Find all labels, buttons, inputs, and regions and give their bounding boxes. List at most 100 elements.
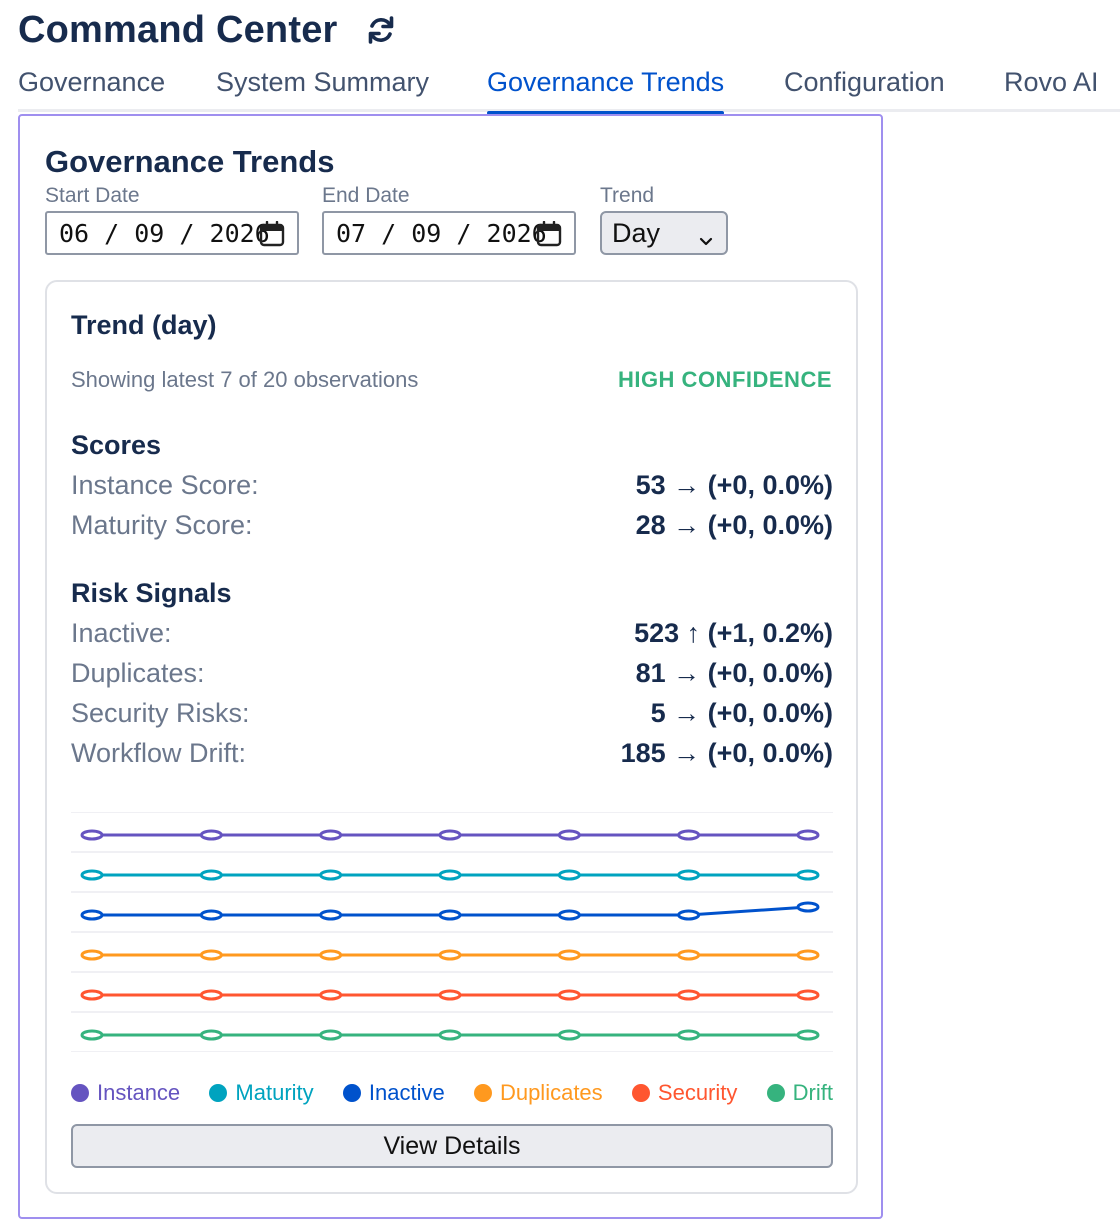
legend-item-instance: Instance xyxy=(71,1080,180,1106)
legend-label: Instance xyxy=(97,1080,181,1105)
metric-label: Security Risks: xyxy=(71,698,250,728)
data-point-security xyxy=(199,989,223,1001)
data-point-duplicates xyxy=(80,949,104,961)
tab-governance[interactable]: Governance xyxy=(18,62,165,112)
legend-dot-icon xyxy=(209,1084,228,1102)
chevron-down-icon xyxy=(698,225,714,256)
data-point-duplicates xyxy=(438,949,462,961)
legend-dot-icon xyxy=(473,1084,492,1102)
data-point-duplicates xyxy=(557,949,581,961)
card-title: Trend (day) xyxy=(71,310,217,340)
risk-row-security: Security Risks: 5 → (+0, 0.0%) xyxy=(71,698,833,734)
end-date-label: End Date xyxy=(322,184,410,207)
governance-trends-panel: Governance Trends Start Date 06 / 09 / 2… xyxy=(18,114,883,1219)
data-point-instance xyxy=(199,829,223,841)
score-row-instance: Instance Score: 53 → (+0, 0.0%) xyxy=(71,470,833,506)
observations-text: Showing latest 7 of 20 observations xyxy=(71,367,419,392)
metric-label: Instance Score: xyxy=(71,470,259,500)
risk-row-workflow-drift: Workflow Drift: 185 → (+0, 0.0%) xyxy=(71,738,833,774)
tab-governance-trends[interactable]: Governance Trends xyxy=(487,62,725,115)
data-point-maturity xyxy=(438,869,462,881)
data-point-duplicates xyxy=(199,949,223,961)
data-point-instance xyxy=(80,829,104,841)
trend-label: Trend xyxy=(600,184,655,207)
legend-dot-icon xyxy=(342,1084,361,1102)
legend-item-security: Security xyxy=(631,1080,737,1106)
data-point-instance xyxy=(677,829,701,841)
refresh-icon[interactable] xyxy=(364,13,398,47)
end-date-input[interactable]: 07 / 09 / 2026 xyxy=(322,211,576,255)
legend-item-drift: Drift xyxy=(766,1080,833,1106)
data-point-drift xyxy=(557,1029,581,1041)
trend-sparkline-chart xyxy=(71,812,833,1052)
trend-select-value: Day xyxy=(612,217,661,248)
metric-label: Maturity Score: xyxy=(71,510,253,540)
metric-value: 81 → (+0, 0.0%) xyxy=(635,658,833,688)
data-point-maturity xyxy=(796,869,820,881)
data-point-duplicates xyxy=(796,949,820,961)
metric-value: 185 → (+0, 0.0%) xyxy=(620,738,833,768)
data-point-security xyxy=(319,989,343,1001)
data-point-inactive xyxy=(80,909,104,921)
risk-row-duplicates: Duplicates: 81 → (+0, 0.0%) xyxy=(71,658,833,694)
data-point-duplicates xyxy=(677,949,701,961)
data-point-inactive xyxy=(796,901,820,913)
data-point-duplicates xyxy=(319,949,343,961)
data-point-inactive xyxy=(438,909,462,921)
trend-select[interactable]: Day xyxy=(600,211,728,255)
data-point-security xyxy=(438,989,462,1001)
tab-rovo-ai[interactable]: Rovo AI xyxy=(1004,62,1099,112)
legend-item-duplicates: Duplicates xyxy=(473,1080,603,1106)
metric-label: Duplicates: xyxy=(71,658,205,688)
confidence-badge: HIGH CONFIDENCE xyxy=(617,367,832,392)
data-point-maturity xyxy=(80,869,104,881)
calendar-icon[interactable] xyxy=(259,220,285,252)
legend-label: Maturity xyxy=(235,1080,314,1105)
data-point-inactive xyxy=(319,909,343,921)
start-date-input[interactable]: 06 / 09 / 2026 xyxy=(45,211,299,255)
scores-title: Scores xyxy=(71,430,162,460)
data-point-drift xyxy=(80,1029,104,1041)
data-point-instance xyxy=(796,829,820,841)
data-point-maturity xyxy=(557,869,581,881)
metric-value: 28 → (+0, 0.0%) xyxy=(635,510,833,540)
data-point-maturity xyxy=(677,869,701,881)
app-header: Command Center xyxy=(18,6,398,54)
data-point-security xyxy=(557,989,581,1001)
chart-legend: Instance Maturity Inactive Duplicates Securi… xyxy=(71,1078,833,1108)
calendar-icon[interactable] xyxy=(536,220,562,252)
trend-card: Trend (day) Showing latest 7 of 20 obser… xyxy=(45,280,858,1194)
legend-label: Inactive xyxy=(368,1080,445,1105)
risk-signals-title: Risk Signals xyxy=(71,578,232,608)
panel-title: Governance Trends xyxy=(45,144,335,179)
data-point-inactive xyxy=(677,909,701,921)
data-point-drift xyxy=(438,1029,462,1041)
legend-dot-icon xyxy=(631,1084,650,1102)
score-row-maturity: Maturity Score: 28 → (+0, 0.0%) xyxy=(71,510,833,546)
app-title: Command Center xyxy=(18,8,338,51)
legend-dot-icon xyxy=(71,1084,89,1102)
end-date-value: 07 / 09 / 2026 xyxy=(336,218,547,248)
data-point-drift xyxy=(796,1029,820,1041)
data-point-instance xyxy=(557,829,581,841)
metric-value: 523 ↑ (+1, 0.2%) xyxy=(634,618,833,648)
metric-value: 53 → (+0, 0.0%) xyxy=(635,470,833,500)
view-details-button[interactable]: View Details xyxy=(71,1124,833,1168)
data-point-inactive xyxy=(557,909,581,921)
data-point-maturity xyxy=(319,869,343,881)
data-point-security xyxy=(677,989,701,1001)
tab-configuration[interactable]: Configuration xyxy=(784,62,945,112)
legend-dot-icon xyxy=(766,1084,785,1102)
metric-label: Workflow Drift: xyxy=(71,738,247,768)
metric-label: Inactive: xyxy=(71,618,172,648)
data-point-instance xyxy=(319,829,343,841)
data-point-drift xyxy=(319,1029,343,1041)
legend-label: Drift xyxy=(792,1080,833,1105)
data-point-drift xyxy=(677,1029,701,1041)
data-point-security xyxy=(796,989,820,1001)
start-date-label: Start Date xyxy=(45,184,140,207)
tab-system-summary[interactable]: System Summary xyxy=(216,62,429,112)
risk-row-inactive: Inactive: 523 ↑ (+1, 0.2%) xyxy=(71,618,833,654)
data-point-inactive xyxy=(199,909,223,921)
data-point-instance xyxy=(438,829,462,841)
